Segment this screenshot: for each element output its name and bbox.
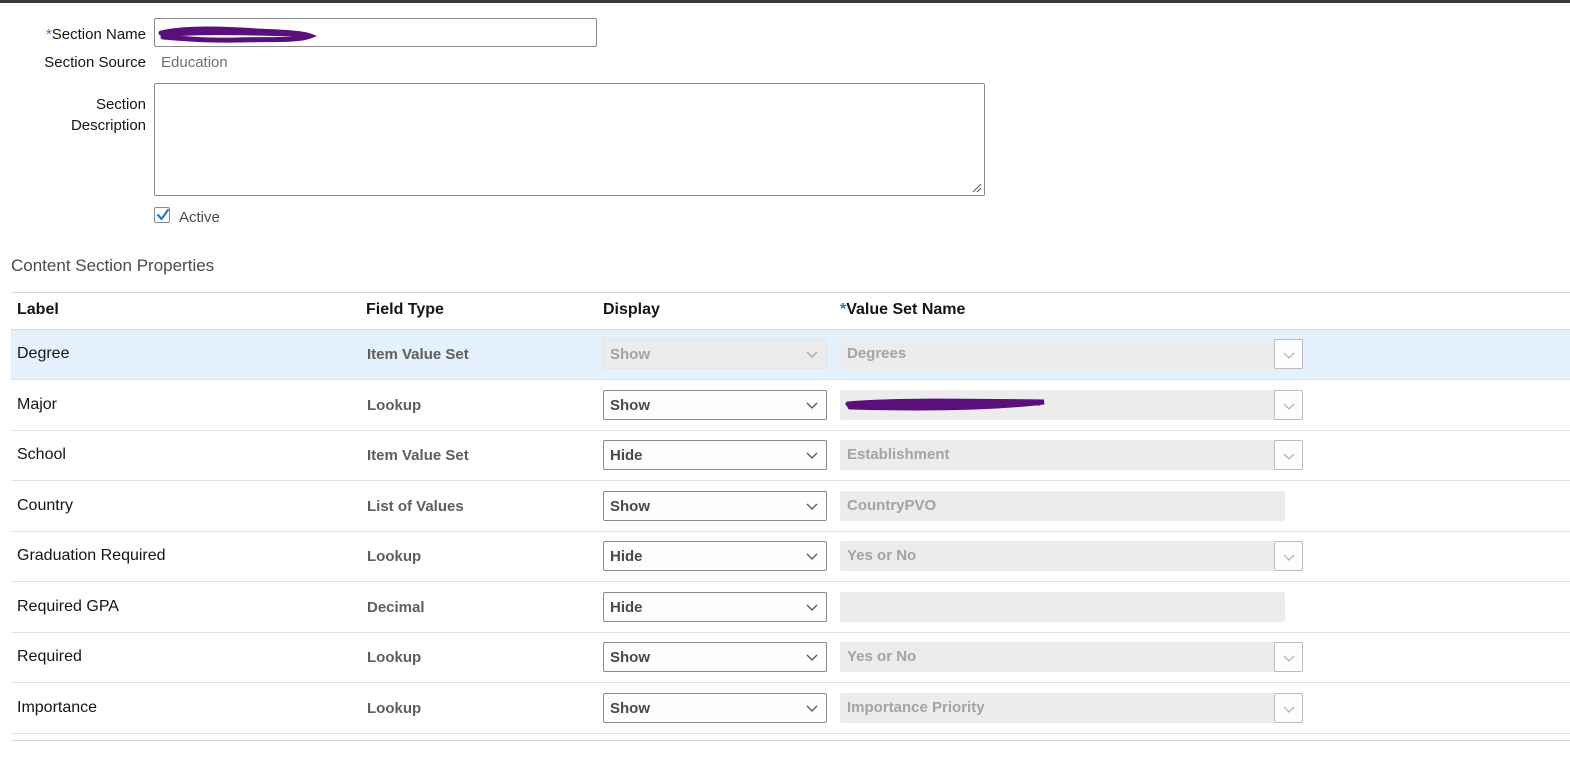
row-label: Major: [17, 395, 58, 413]
value-set-field: Establishment: [840, 440, 1303, 470]
resize-grip-icon[interactable]: [972, 183, 982, 193]
value-set-dropdown-button[interactable]: [1274, 541, 1303, 571]
section-description-label-line1: Section: [95, 96, 146, 113]
display-select-value: Hide: [610, 548, 643, 565]
display-select: Show: [603, 339, 827, 369]
chevron-down-icon: [806, 503, 818, 510]
value-set-value: Establishment: [847, 446, 950, 463]
row-field-type: Item Value Set: [367, 447, 469, 464]
table-bottom-divider: [11, 740, 1570, 741]
value-set-field: Importance Priority: [840, 692, 1303, 723]
value-set-value: CountryPVO: [847, 496, 937, 514]
value-set-field: Yes or No: [840, 541, 1303, 571]
value-set-field: [840, 389, 1303, 420]
value-set-dropdown-button[interactable]: [1274, 440, 1303, 470]
row-label: Degree: [17, 345, 70, 362]
display-select-value: Show: [610, 699, 650, 717]
row-field-type: Lookup: [367, 548, 422, 565]
value-set-field: [840, 591, 1285, 622]
display-select[interactable]: Hide: [603, 591, 827, 622]
top-border: [0, 0, 1570, 3]
table-row[interactable]: Required Lookup Show Yes or No: [11, 633, 1570, 683]
display-select-value: Show: [610, 649, 650, 666]
display-select[interactable]: Show: [603, 490, 827, 521]
display-select-value: Show: [610, 346, 650, 363]
chevron-down-icon: [1283, 453, 1295, 460]
row-label: Country: [17, 496, 74, 514]
section-name-label: *Section Name: [30, 26, 146, 43]
section-source-value: Education: [161, 54, 228, 71]
table-row[interactable]: Country List of Values Show CountryPVO: [11, 482, 1570, 532]
column-header-value-set-name: *Value Set Name: [840, 301, 965, 319]
chevron-down-icon: [1283, 352, 1295, 359]
row-label: Graduation Required: [17, 547, 166, 564]
redaction-scribble: [158, 26, 317, 43]
section-description-textarea[interactable]: [154, 83, 985, 196]
chevron-down-icon: [1283, 403, 1295, 410]
row-field-type: Lookup: [367, 699, 422, 717]
column-header-label: Label: [17, 301, 59, 318]
row-field-type: List of Values: [367, 497, 464, 515]
redaction-scribble: [845, 398, 1045, 410]
value-set-dropdown-button[interactable]: [1274, 692, 1303, 723]
section-source-label: Section Source: [44, 54, 146, 71]
section-name-label-text: Section Name: [51, 26, 146, 43]
row-label: School: [17, 446, 66, 463]
active-checkbox[interactable]: [154, 207, 170, 223]
chevron-down-icon: [806, 452, 818, 459]
row-field-type: Lookup: [367, 649, 422, 666]
table-row[interactable]: Importance Lookup Show Importance Priority: [11, 684, 1570, 734]
value-set-field: Degrees: [840, 339, 1303, 369]
content-section-title: Content Section Properties: [11, 256, 215, 275]
header-divider: [11, 292, 1570, 293]
column-header-value-set-name-text: Value Set Name: [846, 301, 966, 318]
row-field-type: Decimal: [367, 598, 425, 616]
chevron-down-icon: [806, 553, 818, 560]
display-select-value: Hide: [610, 598, 643, 616]
row-label: Importance: [17, 698, 98, 716]
section-name-input[interactable]: [154, 18, 597, 47]
value-set-dropdown-button[interactable]: [1274, 642, 1303, 672]
value-set-field: Yes or No: [840, 642, 1303, 672]
chevron-down-icon: [806, 402, 818, 409]
table-row[interactable]: Graduation Required Lookup Hide Yes or No: [11, 532, 1570, 582]
display-select[interactable]: Show: [603, 692, 827, 723]
value-set-dropdown-button[interactable]: [1274, 339, 1303, 369]
display-select-value: Hide: [610, 447, 643, 464]
chevron-down-icon: [806, 705, 818, 712]
value-set-value: Degrees: [847, 345, 907, 362]
row-field-type: Item Value Set: [367, 346, 469, 363]
chevron-down-icon: [806, 604, 818, 611]
display-select-value: Show: [610, 396, 650, 414]
row-label: Required: [17, 648, 82, 665]
chevron-down-icon: [1283, 554, 1295, 561]
display-select[interactable]: Show: [603, 642, 827, 672]
chevron-down-icon: [1283, 706, 1295, 713]
value-set-dropdown-button[interactable]: [1274, 389, 1303, 420]
table-row[interactable]: School Item Value Set Hide Establishment: [11, 431, 1570, 481]
table-row[interactable]: Required GPA Decimal Hide: [11, 583, 1570, 633]
row-label: Required GPA: [17, 597, 119, 615]
chevron-down-icon: [1283, 655, 1295, 662]
chevron-down-icon: [806, 351, 818, 358]
checkmark-icon: [156, 208, 170, 221]
display-select[interactable]: Hide: [603, 541, 827, 571]
active-label: Active: [179, 209, 220, 226]
value-set-field: CountryPVO: [840, 490, 1285, 521]
value-set-value: Yes or No: [847, 648, 917, 665]
value-set-value: Importance Priority: [847, 698, 985, 716]
table-row[interactable]: Major Lookup Show: [11, 381, 1570, 431]
table-row[interactable]: Degree Item Value Set Show Degrees: [11, 330, 1570, 380]
display-select[interactable]: Hide: [603, 440, 827, 470]
display-select-value: Show: [610, 497, 650, 515]
column-header-field-type: Field Type: [366, 301, 444, 318]
value-set-value: Yes or No: [847, 547, 917, 564]
section-description-label: Section Description: [30, 94, 146, 136]
column-header-display: Display: [603, 301, 660, 318]
row-field-type: Lookup: [367, 396, 422, 414]
section-description-label-line2: Description: [70, 117, 146, 134]
display-select[interactable]: Show: [603, 389, 827, 420]
chevron-down-icon: [806, 654, 818, 661]
